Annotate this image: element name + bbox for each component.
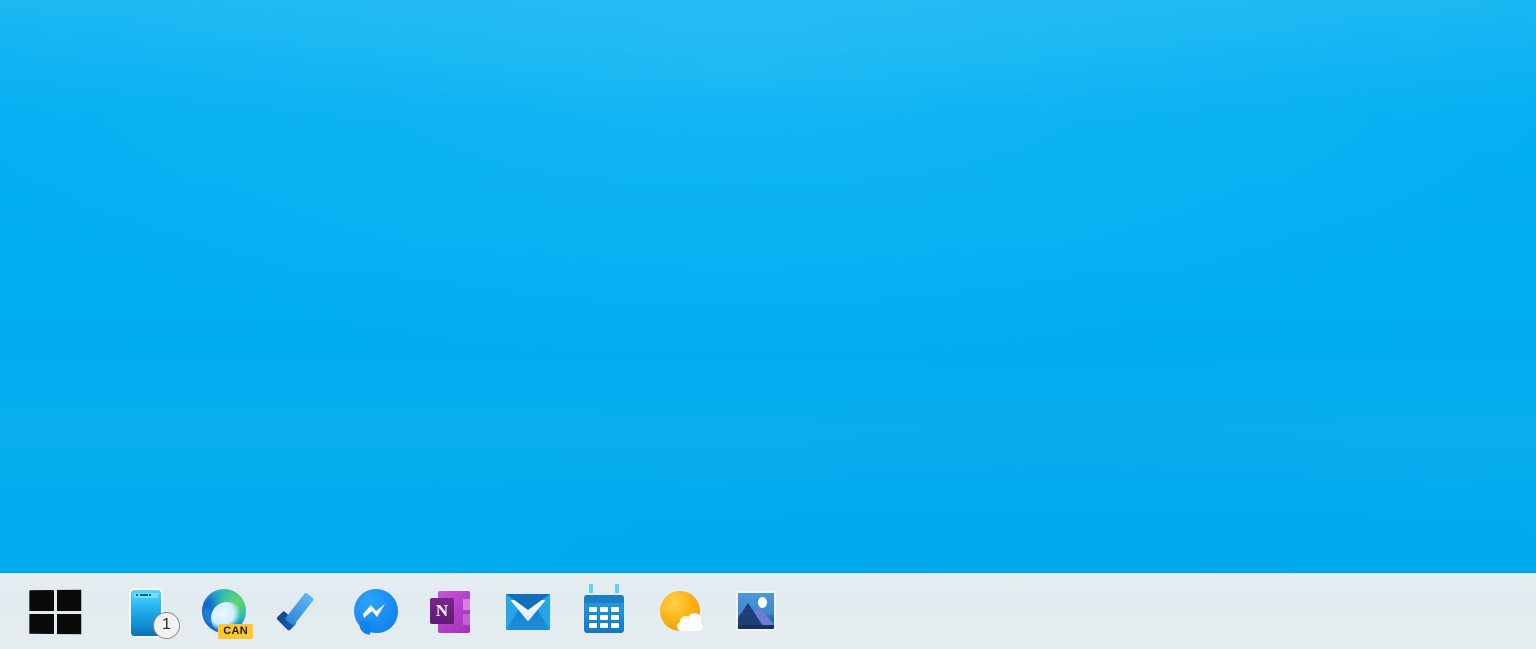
phone-link-icon: 1 bbox=[125, 589, 180, 639]
mail-envelope-icon bbox=[505, 589, 551, 635]
wallpaper-gradient-band bbox=[0, 352, 1536, 532]
taskbar-item-calendar[interactable] bbox=[566, 574, 642, 649]
weather-sun-cloud-icon bbox=[657, 589, 703, 635]
desktop[interactable]: 1 CAN N bbox=[0, 0, 1536, 649]
edge-canary-icon: CAN bbox=[201, 588, 253, 639]
taskbar-item-edge-canary[interactable]: CAN bbox=[186, 574, 262, 649]
photos-icon bbox=[733, 589, 779, 635]
taskbar-item-mail[interactable] bbox=[490, 574, 566, 649]
onenote-letter-glyph: N bbox=[430, 597, 454, 624]
taskbar[interactable]: 1 CAN N bbox=[0, 573, 1536, 649]
checkmark-icon bbox=[276, 589, 323, 635]
phone-status-bar bbox=[134, 592, 158, 598]
wallpaper-highlight bbox=[0, 0, 1536, 120]
windows-logo-icon bbox=[29, 589, 82, 634]
taskbar-item-onenote[interactable]: N bbox=[414, 574, 490, 649]
start-button[interactable] bbox=[0, 574, 110, 649]
taskbar-item-photos[interactable] bbox=[718, 574, 794, 649]
status-badge: 1 bbox=[153, 611, 180, 639]
calendar-icon bbox=[581, 583, 627, 635]
onenote-icon: N bbox=[429, 589, 475, 635]
taskbar-item-microsoft-to-do[interactable] bbox=[262, 574, 338, 649]
messenger-bolt-glyph bbox=[363, 603, 385, 618]
taskbar-item-messenger[interactable] bbox=[338, 574, 414, 649]
messenger-icon bbox=[353, 588, 399, 635]
taskbar-item-your-phone[interactable]: 1 bbox=[110, 574, 186, 649]
taskbar-item-weather[interactable] bbox=[642, 574, 718, 649]
canary-channel-badge: CAN bbox=[218, 623, 253, 639]
